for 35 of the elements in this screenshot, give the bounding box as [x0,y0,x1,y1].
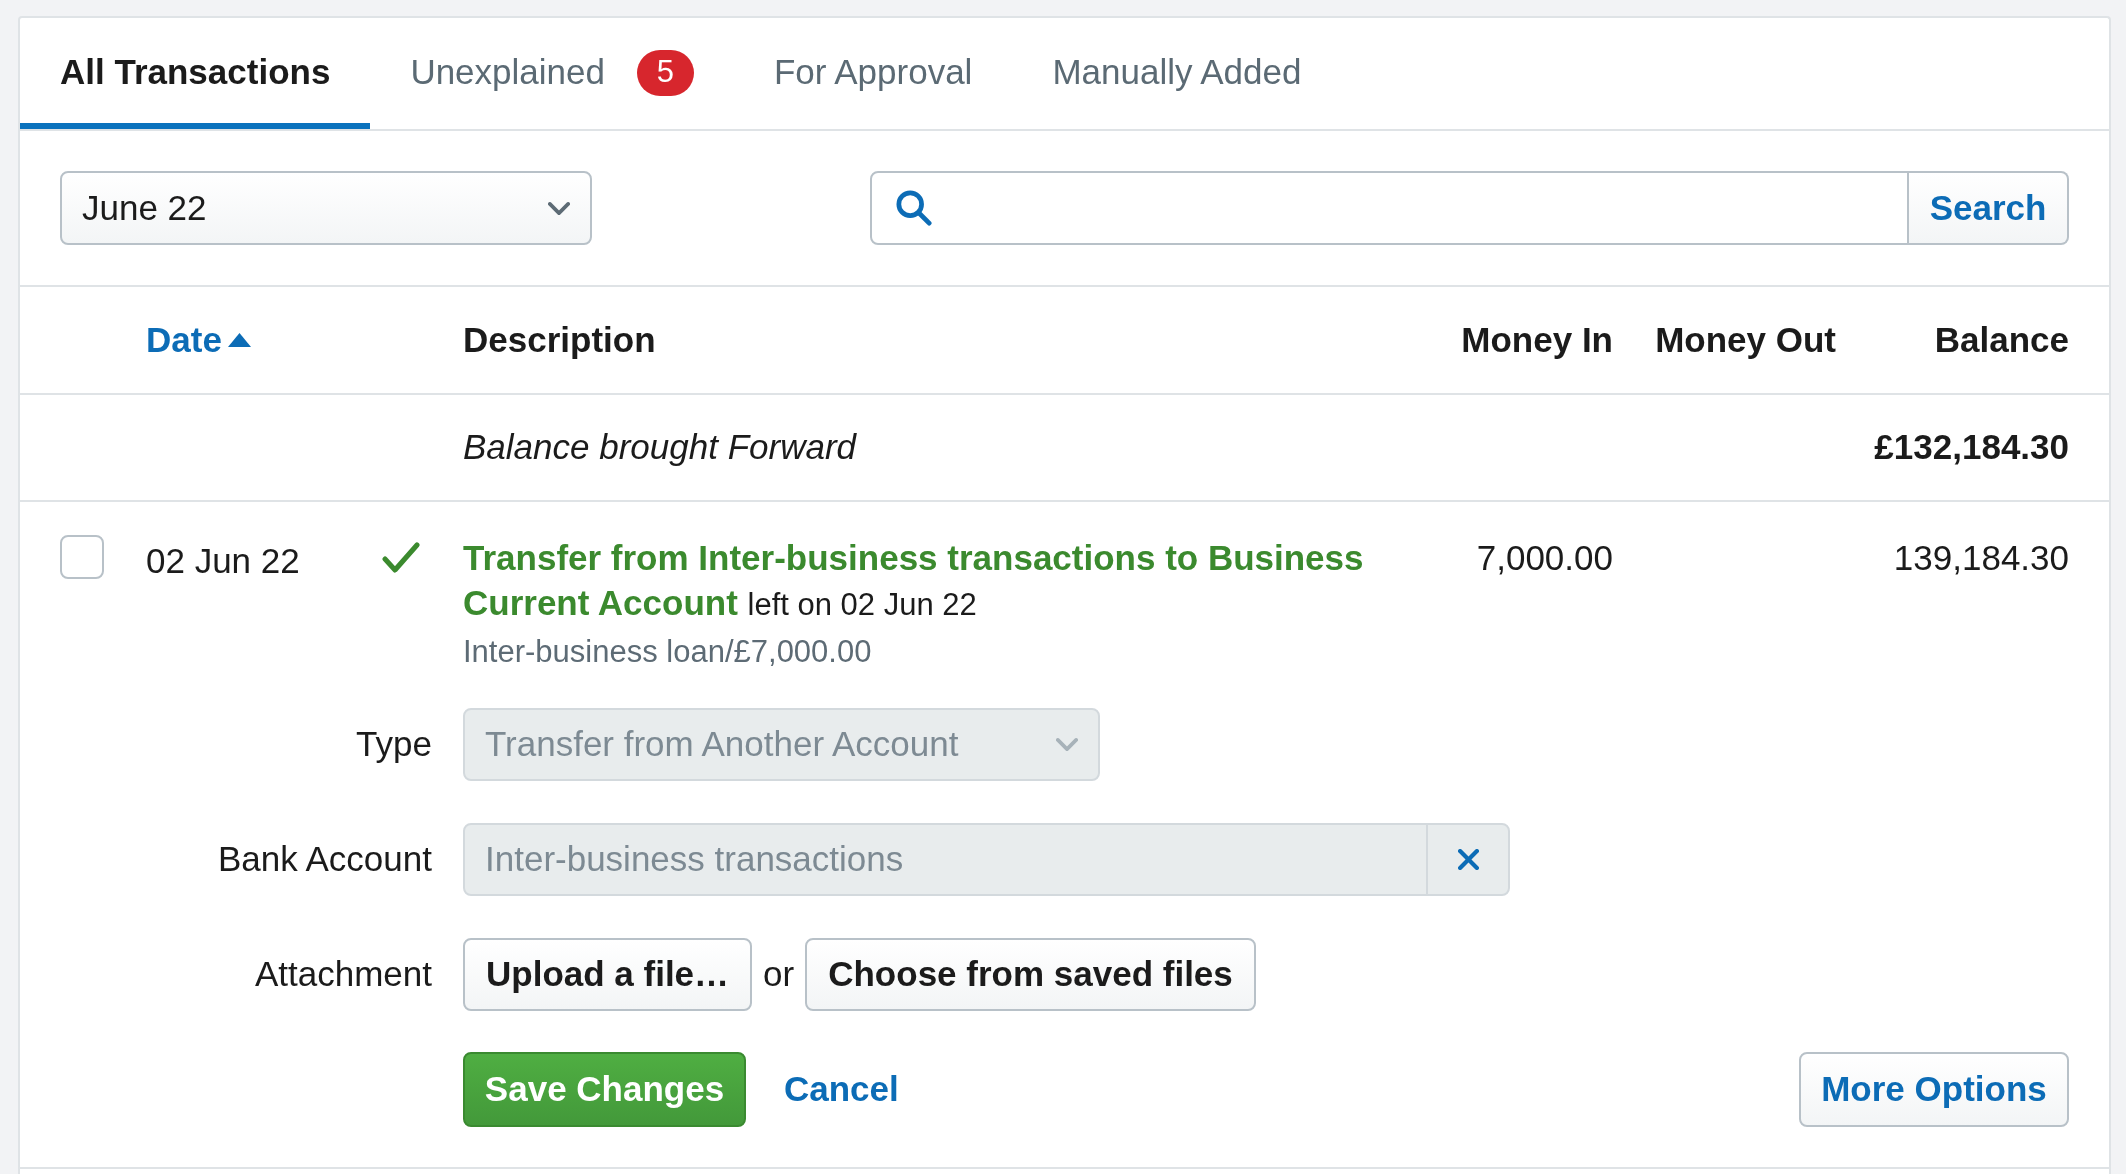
attachment-button[interactable]: Choose from saved files [805,938,1256,1011]
column-header[interactable]: Description [463,313,656,367]
row-checkbox[interactable] [60,535,104,579]
count-badge: 5 [636,49,694,96]
save-button[interactable]: Save Changes [463,1052,746,1127]
period-select[interactable]: June 22 [60,171,592,245]
more-options-button[interactable]: More Options [1799,1052,2069,1127]
tab[interactable]: Manually Added [1012,18,1342,129]
chevron-down-icon [548,201,570,215]
attachment-button[interactable]: Upload a file… [463,938,753,1011]
chevron-down-icon [1056,738,1078,751]
opening-balance: £132,184.30 [1874,426,2069,469]
search-icon [896,190,932,226]
sort-up-icon [227,333,251,347]
balance-amount: 139,184.30 [1893,537,2069,579]
close-icon [1457,849,1479,870]
field-label: Attachment [254,953,432,996]
column-header[interactable]: Money In [1461,313,1613,367]
or-text: or [763,953,795,996]
search-field[interactable] [870,171,1909,245]
field-label: Bank Account [217,838,432,881]
cancel-link[interactable]: Cancel [784,1063,899,1116]
column-header[interactable]: Balance [1934,313,2069,367]
transaction-date: 02 Jun 22 [146,541,300,580]
transaction-description: Transfer from Inter-business transactions to Business Current Account left on 02 Jun 22 [463,537,1365,624]
transaction-reference: Inter-business loan/£7,000.00 [463,633,872,671]
column-header[interactable]: Money Out [1655,313,1836,367]
tab[interactable]: For Approval [733,18,1013,129]
field-label: Type [356,723,432,766]
tab[interactable]: Unexplained 5 [370,18,734,129]
opening-description: Balance brought Forward [463,427,856,467]
search-button[interactable]: Search [1909,171,2069,245]
money-in-amount: 7,000.00 [1476,537,1613,579]
tab[interactable]: All Transactions [20,18,371,129]
column-header[interactable]: Date [146,313,251,367]
